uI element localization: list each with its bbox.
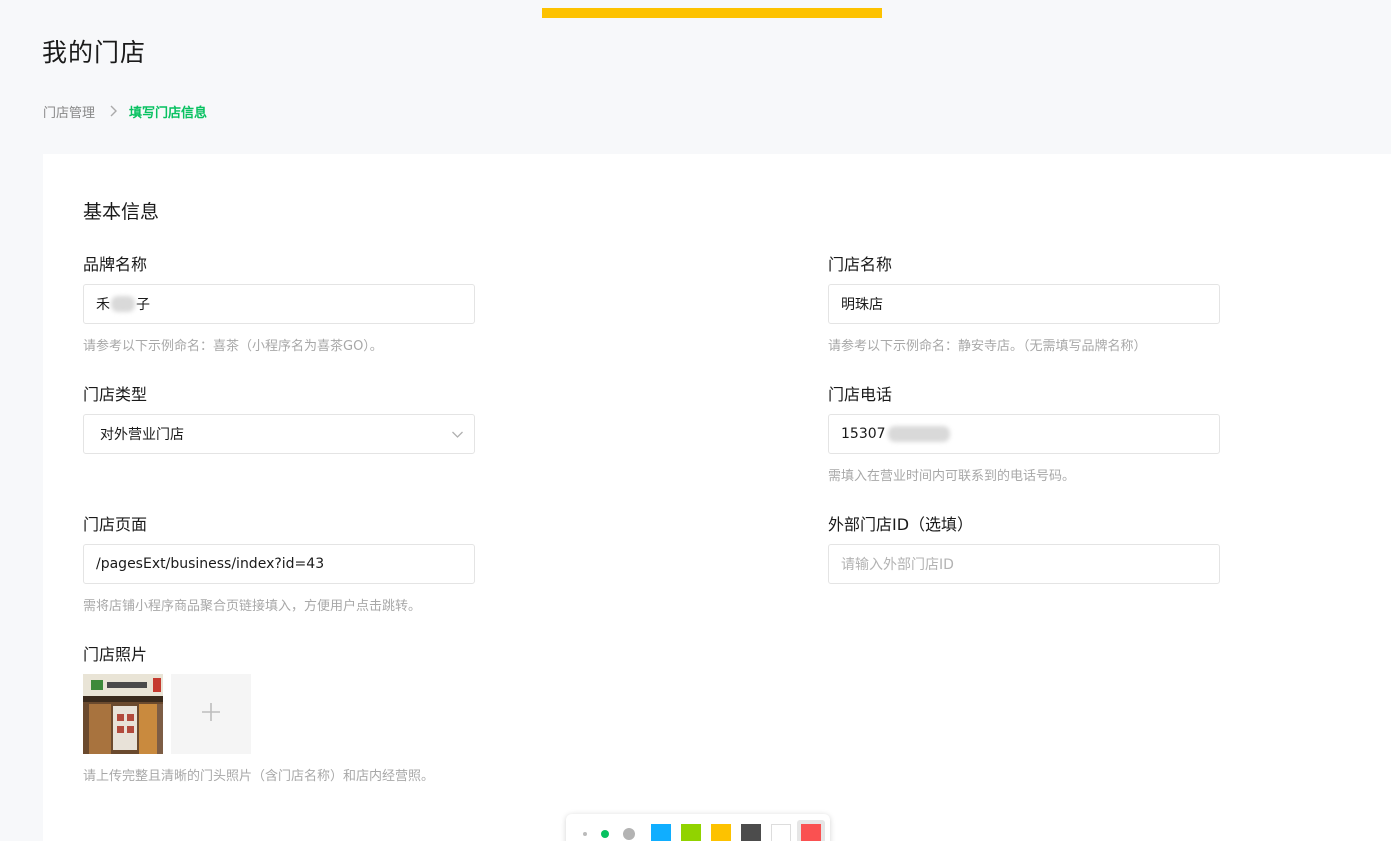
store-name-value: 明珠店 [841, 297, 883, 313]
store-type-field: 门店类型 对外营业门店 [83, 384, 475, 454]
color-swatch-yellow[interactable] [711, 824, 731, 841]
store-name-label: 门店名称 [828, 255, 893, 274]
external-store-id-input[interactable]: 请输入外部门店ID [828, 544, 1220, 584]
brand-name-label: 品牌名称 [83, 255, 148, 274]
external-store-id-placeholder: 请输入外部门店ID [841, 557, 954, 573]
color-swatch-white[interactable] [771, 824, 791, 841]
store-page-label: 门店页面 [83, 515, 148, 534]
store-photos-label: 门店照片 [83, 645, 148, 664]
photo-list [83, 674, 475, 754]
breadcrumb-fill-store-info: 填写门店信息 [129, 105, 208, 121]
page-title: 我的门店 [42, 38, 147, 67]
plus-icon [201, 702, 221, 726]
color-swatch-green[interactable] [681, 824, 701, 841]
brush-size-small[interactable] [583, 832, 587, 836]
brush-size-large[interactable] [623, 828, 635, 840]
store-name-field: 门店名称 明珠店 请参考以下示例命名：静安寺店。（无需填写品牌名称） [828, 254, 1220, 354]
store-page-hint: 需将店铺小程序商品聚合页链接填入，方便用户点击跳转。 [83, 599, 422, 614]
store-name-input[interactable]: 明珠店 [828, 284, 1220, 324]
store-phone-hint: 需填入在营业时间内可联系到的电话号码。 [828, 469, 1076, 484]
store-phone-value: 15307 [841, 426, 886, 442]
chevron-right-icon [109, 105, 118, 117]
store-phone-label: 门店电话 [828, 385, 893, 404]
store-phone-field: 门店电话 15307 需填入在营业时间内可联系到的电话号码。 [828, 384, 1220, 484]
store-type-selected: 对外营业门店 [100, 427, 184, 443]
brand-name-field: 品牌名称 禾 子 请参考以下示例命名：喜茶（小程序名为喜茶GO）。 [83, 254, 475, 354]
store-photos-hint: 请上传完整且清晰的门头照片（含门店名称）和店内经营照。 [83, 769, 435, 784]
add-photo-button[interactable] [171, 674, 251, 754]
color-swatch-red-selected[interactable] [797, 820, 825, 841]
breadcrumb: 门店管理 填写门店信息 [43, 101, 207, 121]
color-swatch-blue[interactable] [651, 824, 671, 841]
top-accent-bar [542, 8, 882, 18]
brand-name-value-start: 禾 [96, 297, 110, 313]
brand-name-value-end: 子 [136, 297, 150, 313]
store-form-card: 基本信息 品牌名称 禾 子 请参考以下示例命名：喜茶（小程序名为喜茶GO）。 门… [43, 154, 1391, 841]
breadcrumb-store-management[interactable]: 门店管理 [43, 102, 95, 121]
redacted-blur [111, 296, 135, 312]
store-page-input[interactable]: /pagesExt/business/index?id=43 [83, 544, 475, 584]
store-name-hint: 请参考以下示例命名：静安寺店。（无需填写品牌名称） [828, 339, 1147, 354]
color-swatch-red [801, 824, 821, 841]
chevron-down-icon [451, 428, 464, 445]
brand-name-input[interactable]: 禾 子 [83, 284, 475, 324]
external-store-id-field: 外部门店ID（选填） 请输入外部门店ID [828, 514, 1220, 584]
store-phone-input[interactable]: 15307 [828, 414, 1220, 454]
store-photos-field: 门店照片 请上传完整且清晰的门头照片（含门店名称）和店内经营照。 [83, 644, 475, 784]
color-swatch-dark-gray[interactable] [741, 824, 761, 841]
section-title-basic-info: 基本信息 [83, 201, 160, 223]
store-page-field: 门店页面 /pagesExt/business/index?id=43 需将店铺… [83, 514, 475, 614]
store-type-label: 门店类型 [83, 385, 148, 404]
external-store-id-label: 外部门店ID（选填） [828, 515, 974, 534]
brush-size-medium[interactable] [601, 830, 609, 838]
store-type-select[interactable]: 对外营业门店 [83, 414, 475, 454]
store-page-value: /pagesExt/business/index?id=43 [96, 556, 325, 572]
redacted-blur [887, 426, 950, 442]
store-photo-thumbnail[interactable] [83, 674, 163, 754]
brand-name-hint: 请参考以下示例命名：喜茶（小程序名为喜茶GO）。 [83, 339, 383, 354]
annotation-toolbar [566, 814, 830, 841]
